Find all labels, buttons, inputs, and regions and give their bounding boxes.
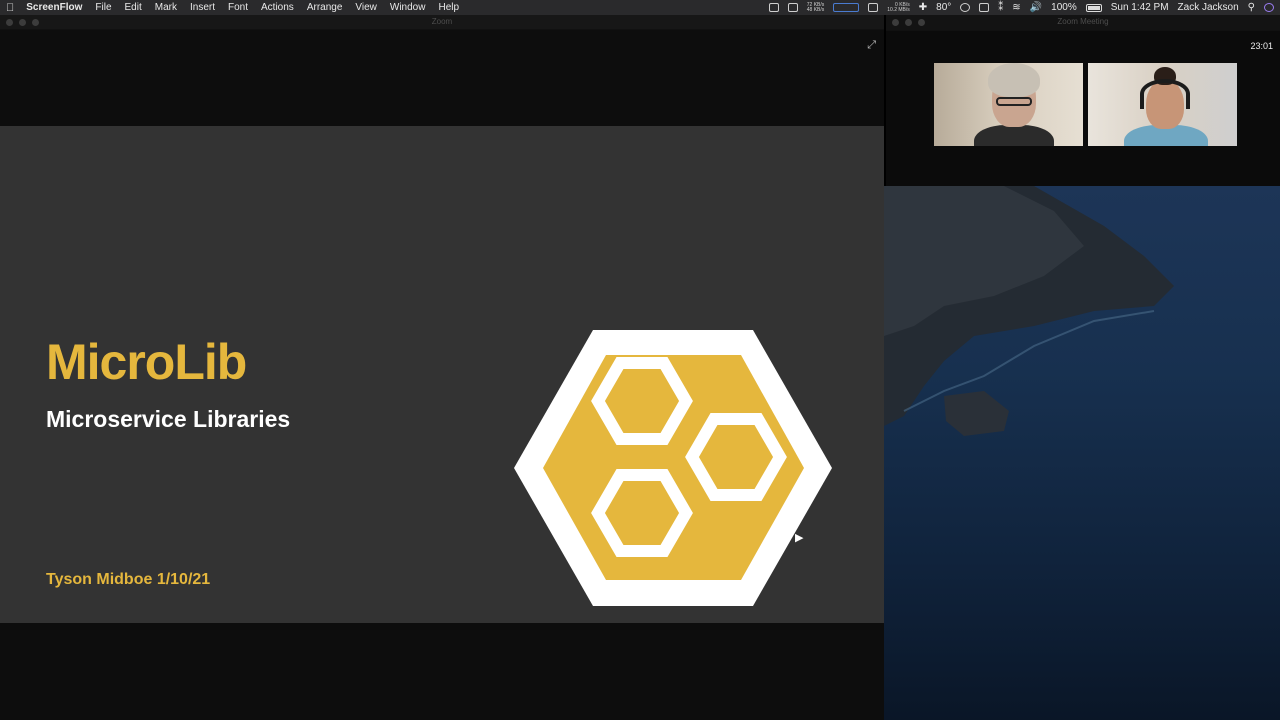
menu-view[interactable]: View [355, 2, 377, 13]
shared-slide: MicroLib Microservice Libraries Tyson Mi… [0, 126, 884, 623]
battery-icon[interactable] [1085, 3, 1102, 12]
clock[interactable]: Sun 1:42 PM [1111, 2, 1169, 13]
participant-video-1[interactable] [934, 63, 1083, 146]
participant-body [974, 125, 1054, 146]
volume-icon[interactable]: 🔊 [1030, 2, 1042, 13]
mouse-cursor-icon: ▶ [795, 532, 804, 544]
microlib-logo [514, 330, 832, 606]
temperature[interactable]: 80° [936, 2, 951, 13]
net-down: 48 KB/s [806, 6, 825, 13]
status-area: 72 KB/s 48 KB/s 0 KB/s 10.2 MB/s ✚ 80° ⁑… [768, 2, 1274, 13]
fullscreen-icon[interactable]: ⤢ [867, 39, 876, 52]
meeting-titlebar[interactable]: Zoom Meeting [886, 15, 1280, 31]
desktop-wallpaper [884, 186, 1280, 720]
meeting-window-title: Zoom Meeting [1057, 17, 1109, 26]
disk-write: 10.2 MB/s [887, 6, 910, 13]
menu-font[interactable]: Font [228, 2, 248, 13]
network-stats[interactable]: 72 KB/s 48 KB/s [806, 2, 825, 13]
menu-app-name[interactable]: ScreenFlow [26, 2, 82, 13]
menu-help[interactable]: Help [438, 2, 459, 13]
participant-video-2[interactable] [1088, 63, 1237, 146]
slide-title: MicroLib [46, 334, 247, 390]
headset-icon [1140, 79, 1190, 109]
menu-insert[interactable]: Insert [190, 2, 215, 13]
menu-arrange[interactable]: Arrange [307, 2, 343, 13]
bluetooth-icon[interactable]: ⁑ [998, 2, 1003, 13]
wifi-icon[interactable]: ≋ [1012, 2, 1020, 13]
window-titlebar[interactable]: Zoom [0, 15, 884, 30]
menu-file[interactable]: File [95, 2, 111, 13]
menu-mark[interactable]: Mark [155, 2, 177, 13]
slide-author: Tyson Midboe 1/10/21 [46, 571, 211, 588]
zoom-share-window: Zoom ⤢ MicroLib Microservice Libraries T… [0, 15, 884, 720]
battery-percent[interactable]: 100% [1051, 2, 1077, 13]
time-machine-icon[interactable] [960, 3, 971, 12]
cpu-graph-icon[interactable] [833, 3, 860, 12]
zoom-meeting-window: Zoom Meeting 23:01 [886, 15, 1280, 186]
menu-window[interactable]: Window [390, 2, 426, 13]
siri-icon[interactable] [1264, 3, 1274, 12]
glasses-icon [996, 97, 1032, 106]
fan-icon[interactable]: ✚ [919, 2, 927, 13]
airplay-icon[interactable] [979, 3, 990, 12]
user-name[interactable]: Zack Jackson [1178, 2, 1239, 13]
meeting-timer: 23:01 [1250, 41, 1273, 51]
coastline-image [884, 186, 1174, 436]
menu-bar:  ScreenFlow File Edit Mark Insert Font … [0, 0, 1280, 15]
window-title: Zoom [431, 17, 453, 26]
record-icon[interactable] [768, 3, 779, 12]
display-icon[interactable] [868, 3, 879, 12]
menu-edit[interactable]: Edit [125, 2, 142, 13]
slide-subtitle: Microservice Libraries [46, 406, 291, 432]
menu-actions[interactable]: Actions [261, 2, 294, 13]
participant-hair [988, 63, 1040, 97]
screen-capture-icon[interactable] [787, 3, 798, 12]
disk-stats[interactable]: 0 KB/s 10.2 MB/s [887, 2, 910, 13]
apple-icon[interactable]:  [6, 2, 14, 14]
search-icon[interactable]: ⚲ [1248, 2, 1255, 13]
